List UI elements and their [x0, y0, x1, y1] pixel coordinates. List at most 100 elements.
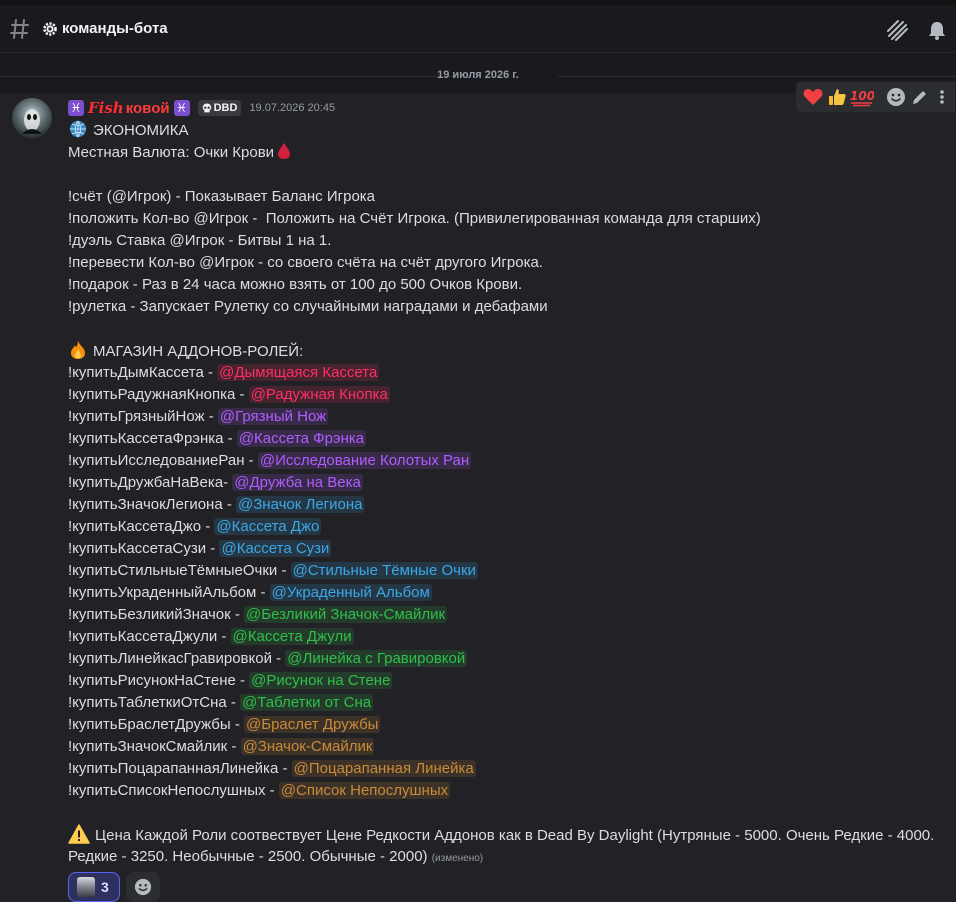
line-text: !рулетка - Запускает Рулетку со случайны…: [68, 298, 548, 315]
role-mention[interactable]: @Рисунок на Стене: [249, 672, 393, 689]
edit-button[interactable]: [909, 84, 931, 110]
role-mention[interactable]: @Таблетки от Сна: [240, 694, 374, 711]
username-part1: Fish: [88, 99, 124, 117]
fire-icon: [68, 341, 93, 360]
message-line: !купитьСписокНепослушных - @Список Непос…: [68, 780, 953, 802]
role-mention[interactable]: @Кассета Сузи: [219, 540, 332, 557]
message-header: ♓ Fish ковой ♓ DBD 19.07.2026 20:45: [68, 98, 335, 118]
message-line: !купитьКассетаФрэнка - @Кассета Фрэнка: [68, 428, 953, 450]
message-line: !купитьРисунокНаСтене - @Рисунок на Стен…: [68, 670, 953, 692]
line-text: !купитьСписокНепослушных -: [68, 782, 279, 799]
line-text: !подарок - Раз в 24 часа можно взять от …: [68, 276, 523, 293]
server-tag[interactable]: DBD: [197, 100, 242, 116]
channel-header: команды-бота: [0, 5, 956, 53]
message-line: !счёт (@Игрок) - Показывает Баланс Игрок…: [68, 186, 953, 208]
role-mention[interactable]: @Украденный Альбом: [269, 584, 432, 601]
role-mention[interactable]: @Браслет Дружбы: [244, 716, 381, 733]
line-text: !купитьУкраденныйАльбом -: [68, 584, 270, 601]
message-line: !купитьДружбаНаВека- @Дружба на Века: [68, 472, 953, 494]
role-mention[interactable]: @Значок Легиона: [236, 496, 365, 513]
line-text: МАГАЗИН АДДОНОВ-РОЛЕЙ:: [93, 343, 304, 360]
message-line: !купитьЗначокЛегиона - @Значок Легиона: [68, 494, 953, 516]
heart-icon: [803, 89, 823, 105]
add-reaction-button[interactable]: [884, 84, 906, 110]
timestamp[interactable]: 19.07.2026 20:45: [249, 102, 335, 114]
avatar-image: [22, 109, 42, 134]
username[interactable]: Fish ковой: [88, 99, 170, 117]
message-line: !купитьПоцарапаннаяЛинейка - @Поцарапанн…: [68, 758, 953, 780]
line-text: !положить Кол-во @Игрок - Положить на Сч…: [68, 210, 761, 227]
message-line: Цена Каждой Роли соотвествует Цене Редко…: [68, 824, 953, 846]
message-line: МАГАЗИН АДДОНОВ-РОЛЕЙ:: [68, 340, 953, 362]
message-line: !купитьКассетаДжули - @Кассета Джули: [68, 626, 953, 648]
more-button[interactable]: [933, 84, 955, 110]
warning-icon: [68, 824, 95, 844]
threads-icon[interactable]: [886, 19, 908, 41]
add-reaction-button[interactable]: [126, 872, 160, 902]
message-line: !купитьКассетаСузи - @Кассета Сузи: [68, 538, 953, 560]
role-mention[interactable]: @Исследование Колотых Ран: [257, 452, 472, 469]
role-mention[interactable]: @Безликий Значок-Смайлик: [244, 606, 448, 623]
message-line: ЭКОНОМИКА: [68, 120, 953, 142]
heart-reaction-button[interactable]: [802, 84, 824, 110]
avatar[interactable]: [12, 98, 52, 138]
line-text: !купитьКассетаСузи -: [68, 540, 220, 557]
message-line: !купитьДымКассета - @Дымящаяся Кассета: [68, 362, 953, 384]
line-text: !купитьЛинейкасГравировкой -: [68, 650, 286, 667]
role-mention[interactable]: @Кассета Джо: [214, 518, 322, 535]
pisces-icon: ♓: [173, 100, 190, 116]
role-mention[interactable]: @Линейка с Гравировкой: [285, 650, 468, 667]
message-line: !купитьКассетаДжо - @Кассета Джо: [68, 516, 953, 538]
line-text: ЭКОНОМИКА: [93, 122, 189, 139]
role-mention[interactable]: @Дымящаяся Кассета: [217, 364, 380, 381]
message-content: ЭКОНОМИКА Местная Валюта: Очки Крови !счёт…: [68, 120, 953, 868]
message-line: !подарок - Раз в 24 часа можно взять от …: [68, 274, 953, 296]
role-mention[interactable]: @Радужная Кнопка: [248, 386, 390, 403]
role-mention[interactable]: @Кассета Джули: [230, 628, 354, 645]
thumbs-up-reaction-button[interactable]: [826, 84, 848, 110]
line-text: !купитьБраслетДружбы -: [68, 716, 244, 733]
message-toolbar: 100: [795, 81, 956, 113]
hundred-icon: 100: [850, 89, 874, 107]
line-text: !купитьСтильныеТёмныеОчки -: [68, 562, 291, 579]
channel-name: команды-бота: [62, 20, 168, 37]
line-text: !купитьРисунокНаСтене -: [68, 672, 250, 689]
username-part2: ковой: [125, 99, 170, 117]
line-text: !купитьКассетаДжули -: [68, 628, 231, 645]
svg-text:100: 100: [850, 89, 874, 103]
date-divider-text: 19 июля 2026 г.: [437, 69, 519, 81]
add-reaction-icon: [134, 878, 152, 896]
message-line: !положить Кол-во @Игрок - Положить на Сч…: [68, 208, 953, 230]
line-text: !купитьЗначокСмайлик -: [68, 738, 241, 755]
line-text: !перевести Кол-во @Игрок - со своего счё…: [68, 254, 543, 271]
role-mention[interactable]: @Значок-Смайлик: [240, 738, 375, 755]
avatar-reaction-icon: [77, 877, 95, 897]
hash-icon: [10, 19, 29, 39]
server-tag-text: DBD: [213, 102, 238, 114]
channel-title: команды-бота: [42, 20, 168, 37]
line-text: !купитьИсследованиеРан -: [68, 452, 258, 469]
role-mention[interactable]: @Стильные Тёмные Очки: [290, 562, 478, 579]
message-line: !рулетка - Запускает Рулетку со случайны…: [68, 296, 953, 318]
message-line: Редкие - 3250. Необычные - 2500. Обычные…: [68, 846, 953, 868]
message-line: !купитьУкраденныйАльбом - @Украденный Ал…: [68, 582, 953, 604]
role-mention[interactable]: @Грязный Нож: [217, 408, 329, 425]
line-text: !купитьПоцарапаннаяЛинейка -: [68, 760, 292, 777]
role-mention[interactable]: @Кассета Фрэнка: [236, 430, 367, 447]
reactions-bar: 3: [68, 872, 160, 902]
line-text: Редкие - 3250. Необычные - 2500. Обычные…: [68, 848, 432, 865]
reaction-avatar[interactable]: 3: [68, 872, 120, 902]
message-line: !купитьБезликийЗначок - @Безликий Значок…: [68, 604, 953, 626]
bell-icon[interactable]: [926, 19, 948, 41]
message-line: !дуэль Ставка @Игрок - Битвы 1 на 1.: [68, 230, 953, 252]
role-mention[interactable]: @Поцарапанная Линейка: [291, 760, 476, 777]
message[interactable]: ♓ Fishковой ♓ DBD 19.07.2026 20:45 100: [0, 81, 956, 902]
line-text: !купитьДружбаНаВека-: [68, 474, 233, 491]
role-mention[interactable]: @Список Непослушных: [278, 782, 451, 799]
message-line: !купитьБраслетДружбы - @Браслет Дружбы: [68, 714, 953, 736]
role-mention[interactable]: @Дружба на Века: [232, 474, 363, 491]
pisces-icon: ♓: [68, 100, 84, 116]
hundred-reaction-button[interactable]: 100: [850, 84, 874, 110]
